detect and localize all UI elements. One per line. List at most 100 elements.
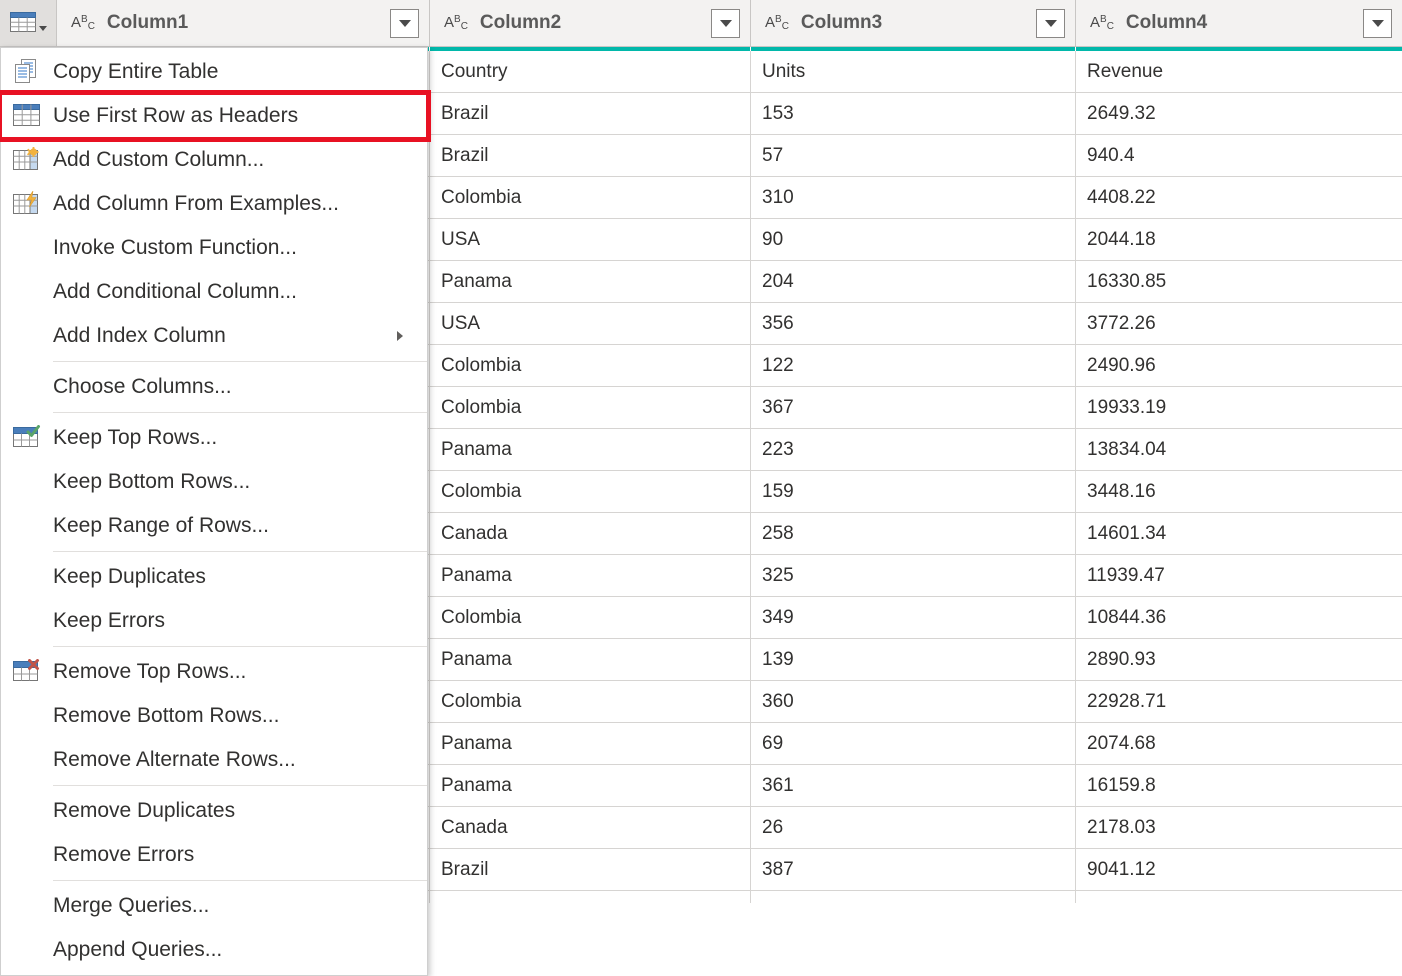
table-cell[interactable]: Revenue [1076,51,1402,92]
table-cell[interactable]: 69 [751,723,1076,764]
menu-item-label: Remove Top Rows... [53,660,397,684]
table-cell[interactable]: USA [430,219,751,260]
table-cell[interactable]: 223 [751,429,1076,470]
menu-item-keep-duplicates[interactable]: Keep Duplicates [1,555,427,599]
table-cell[interactable]: Brazil [430,93,751,134]
table-cell[interactable]: 204 [751,261,1076,302]
table-cell[interactable]: 4408.22 [1076,177,1402,218]
table-cell[interactable]: 90 [751,219,1076,260]
table-cell[interactable]: Colombia [430,471,751,512]
table-cell[interactable]: 3772.26 [1076,303,1402,344]
menu-item-remove-bottom-rows[interactable]: Remove Bottom Rows... [1,694,427,738]
menu-item-keep-range-of-rows[interactable]: Keep Range of Rows... [1,504,427,548]
menu-item-append-queries[interactable]: Append Queries... [1,928,427,972]
menu-item-label: Add Index Column [53,324,397,348]
table-cell[interactable]: Colombia [430,345,751,386]
table-cell[interactable]: 387 [751,849,1076,890]
table-cell[interactable]: USA [430,303,751,344]
table-cell[interactable]: 13834.04 [1076,429,1402,470]
table-cell[interactable]: Panama [430,765,751,806]
column-header-2[interactable]: ABC Column2 [430,0,751,46]
table-cell[interactable]: 16330.85 [1076,261,1402,302]
table-cell[interactable]: 10844.36 [1076,597,1402,638]
table-cell[interactable]: 153 [751,93,1076,134]
table-cell[interactable]: 2890.93 [1076,639,1402,680]
table-cell[interactable]: Panama [430,261,751,302]
column-header-1[interactable]: ABC Column1 [57,0,430,46]
menu-item-choose-columns[interactable]: Choose Columns... [1,365,427,409]
table-cell[interactable]: 258 [751,513,1076,554]
table-context-menu[interactable]: Copy Entire TableUse First Row as Header… [0,47,428,976]
menu-item-add-index-column[interactable]: Add Index Column [1,314,427,358]
menu-item-copy-entire-table[interactable]: Copy Entire Table [1,50,427,94]
table-cell[interactable]: 2044.18 [1076,219,1402,260]
table-cell[interactable]: 367 [751,387,1076,428]
table-cell[interactable]: 14601.34 [1076,513,1402,554]
column-header-4[interactable]: ABC Column4 [1076,0,1402,46]
column-header-3[interactable]: ABC Column3 [751,0,1076,46]
filter-dropdown-button-1[interactable] [390,9,419,38]
table-cell[interactable]: Colombia [430,597,751,638]
table-cell[interactable]: 349 [751,597,1076,638]
menu-item-add-column-from-examples[interactable]: Add Column From Examples... [1,182,427,226]
table-cell[interactable]: 122 [751,345,1076,386]
table-cell[interactable]: 2649.32 [1076,93,1402,134]
menu-item-keep-bottom-rows[interactable]: Keep Bottom Rows... [1,460,427,504]
table-cell[interactable]: 356 [751,303,1076,344]
table-cell[interactable]: 57 [751,135,1076,176]
table-cell[interactable] [1076,891,1402,903]
table-corner-button[interactable] [0,0,57,46]
menu-item-keep-errors[interactable]: Keep Errors [1,599,427,643]
table-cell[interactable]: 9041.12 [1076,849,1402,890]
table-cell[interactable]: 361 [751,765,1076,806]
table-cell[interactable]: 3448.16 [1076,471,1402,512]
table-cell[interactable]: 360 [751,681,1076,722]
menu-item-use-first-row-as-headers[interactable]: Use First Row as Headers [1,94,427,138]
abc-text-type-icon: ABC [1090,15,1114,32]
table-cell[interactable]: 2074.68 [1076,723,1402,764]
table-cell[interactable]: Colombia [430,681,751,722]
table-cell[interactable]: 22928.71 [1076,681,1402,722]
use-first-row-icon [13,104,41,128]
menu-item-keep-top-rows[interactable]: Keep Top Rows... [1,416,427,460]
table-cell[interactable]: 325 [751,555,1076,596]
filter-dropdown-button-4[interactable] [1363,9,1392,38]
table-cell[interactable]: 940.4 [1076,135,1402,176]
menu-item-remove-alternate-rows[interactable]: Remove Alternate Rows... [1,738,427,782]
table-cell[interactable]: 159 [751,471,1076,512]
table-cell[interactable]: Brazil [430,849,751,890]
menu-item-remove-errors[interactable]: Remove Errors [1,833,427,877]
menu-separator [53,785,427,786]
table-cell[interactable]: 16159.8 [1076,765,1402,806]
chevron-down-icon [1372,20,1384,27]
table-cell[interactable]: Canada [430,513,751,554]
filter-dropdown-button-2[interactable] [711,9,740,38]
table-cell[interactable]: 139 [751,639,1076,680]
table-cell[interactable]: 19933.19 [1076,387,1402,428]
table-cell[interactable]: 11939.47 [1076,555,1402,596]
menu-item-label: Append Queries... [53,938,397,962]
menu-item-add-conditional-column[interactable]: Add Conditional Column... [1,270,427,314]
table-cell[interactable]: Panama [430,429,751,470]
table-cell[interactable]: Panama [430,723,751,764]
menu-item-invoke-custom-function[interactable]: Invoke Custom Function... [1,226,427,270]
table-cell[interactable]: Panama [430,555,751,596]
table-cell[interactable]: Country [430,51,751,92]
table-cell[interactable]: Canada [430,807,751,848]
menu-item-remove-top-rows[interactable]: Remove Top Rows... [1,650,427,694]
table-cell[interactable] [430,891,751,903]
menu-item-remove-duplicates[interactable]: Remove Duplicates [1,789,427,833]
table-cell[interactable]: Panama [430,639,751,680]
filter-dropdown-button-3[interactable] [1036,9,1065,38]
table-cell[interactable] [751,891,1076,903]
menu-item-add-custom-column[interactable]: Add Custom Column... [1,138,427,182]
table-cell[interactable]: 2178.03 [1076,807,1402,848]
table-cell[interactable]: Units [751,51,1076,92]
menu-item-merge-queries[interactable]: Merge Queries... [1,884,427,928]
table-cell[interactable]: Colombia [430,387,751,428]
table-cell[interactable]: 26 [751,807,1076,848]
table-cell[interactable]: Brazil [430,135,751,176]
table-cell[interactable]: 2490.96 [1076,345,1402,386]
table-cell[interactable]: 310 [751,177,1076,218]
table-cell[interactable]: Colombia [430,177,751,218]
